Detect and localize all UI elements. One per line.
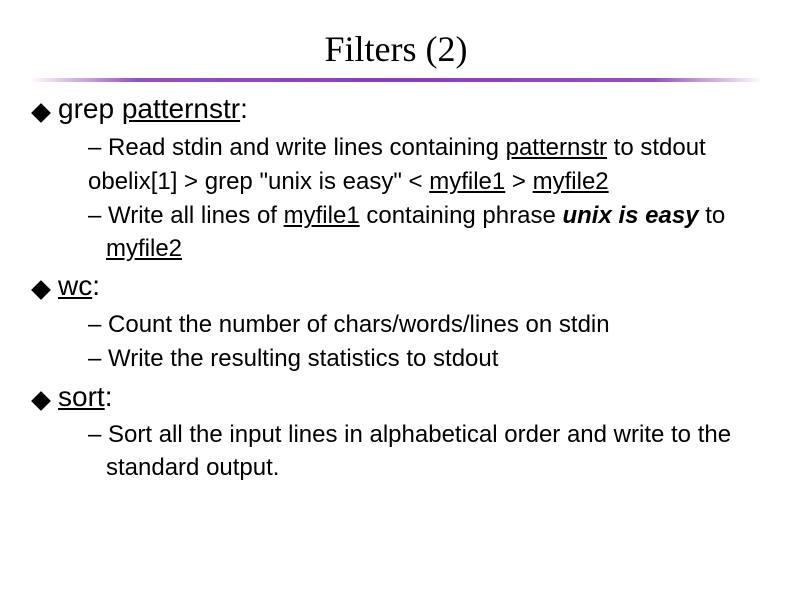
text: – Count the number of chars/words/lines … <box>88 311 610 338</box>
sort-word: sort <box>58 381 105 412</box>
text: to <box>699 202 726 229</box>
bullet-grep-text: grep patternstr: <box>58 92 248 126</box>
bullet-wc-text: wc: <box>58 269 100 303</box>
text: myfile1 <box>284 202 360 229</box>
grep-sub-3: – Write all lines of myfile1 containing … <box>88 200 760 265</box>
wc-word: wc <box>58 270 92 301</box>
bullet-wc: wc: <box>32 269 760 303</box>
grep-word: grep <box>58 93 122 124</box>
text: > <box>505 168 532 195</box>
diamond-icon <box>31 103 51 123</box>
text: unix is easy <box>562 202 698 229</box>
text: containing phrase <box>360 202 563 229</box>
wc-colon: : <box>92 270 100 301</box>
bullet-grep: grep patternstr: <box>32 92 760 126</box>
slide-content: grep patternstr: – Read stdin and write … <box>0 92 792 484</box>
bullet-sort: sort: <box>32 380 760 414</box>
title-divider <box>28 78 764 82</box>
text: – Write the resulting statistics to stdo… <box>88 345 498 372</box>
diamond-icon <box>31 391 51 411</box>
grep-colon: : <box>240 93 248 124</box>
text: myfile2 <box>106 235 182 262</box>
grep-sub-1: – Read stdin and write lines containing … <box>88 132 760 164</box>
text: – Sort all the input lines in alphabetic… <box>88 421 731 480</box>
wc-sub-1: – Count the number of chars/words/lines … <box>88 309 760 341</box>
text: to stdout <box>607 134 706 161</box>
sort-colon: : <box>105 381 113 412</box>
text: myfile2 <box>533 168 609 195</box>
text: – Read stdin and write lines containing <box>88 134 506 161</box>
grep-arg: patternstr <box>122 93 240 124</box>
grep-sub-2: obelix[1] > grep "unix is easy" < myfile… <box>88 166 760 198</box>
slide-title: Filters (2) <box>0 0 792 78</box>
text: obelix[1] > grep "unix is easy" < <box>88 168 429 195</box>
text: – Write all lines of <box>88 202 284 229</box>
wc-sub-2: – Write the resulting statistics to stdo… <box>88 343 760 375</box>
text: patternstr <box>506 134 607 161</box>
diamond-icon <box>31 280 51 300</box>
bullet-sort-text: sort: <box>58 380 112 414</box>
text: myfile1 <box>429 168 505 195</box>
sort-sub-1: – Sort all the input lines in alphabetic… <box>88 419 760 484</box>
